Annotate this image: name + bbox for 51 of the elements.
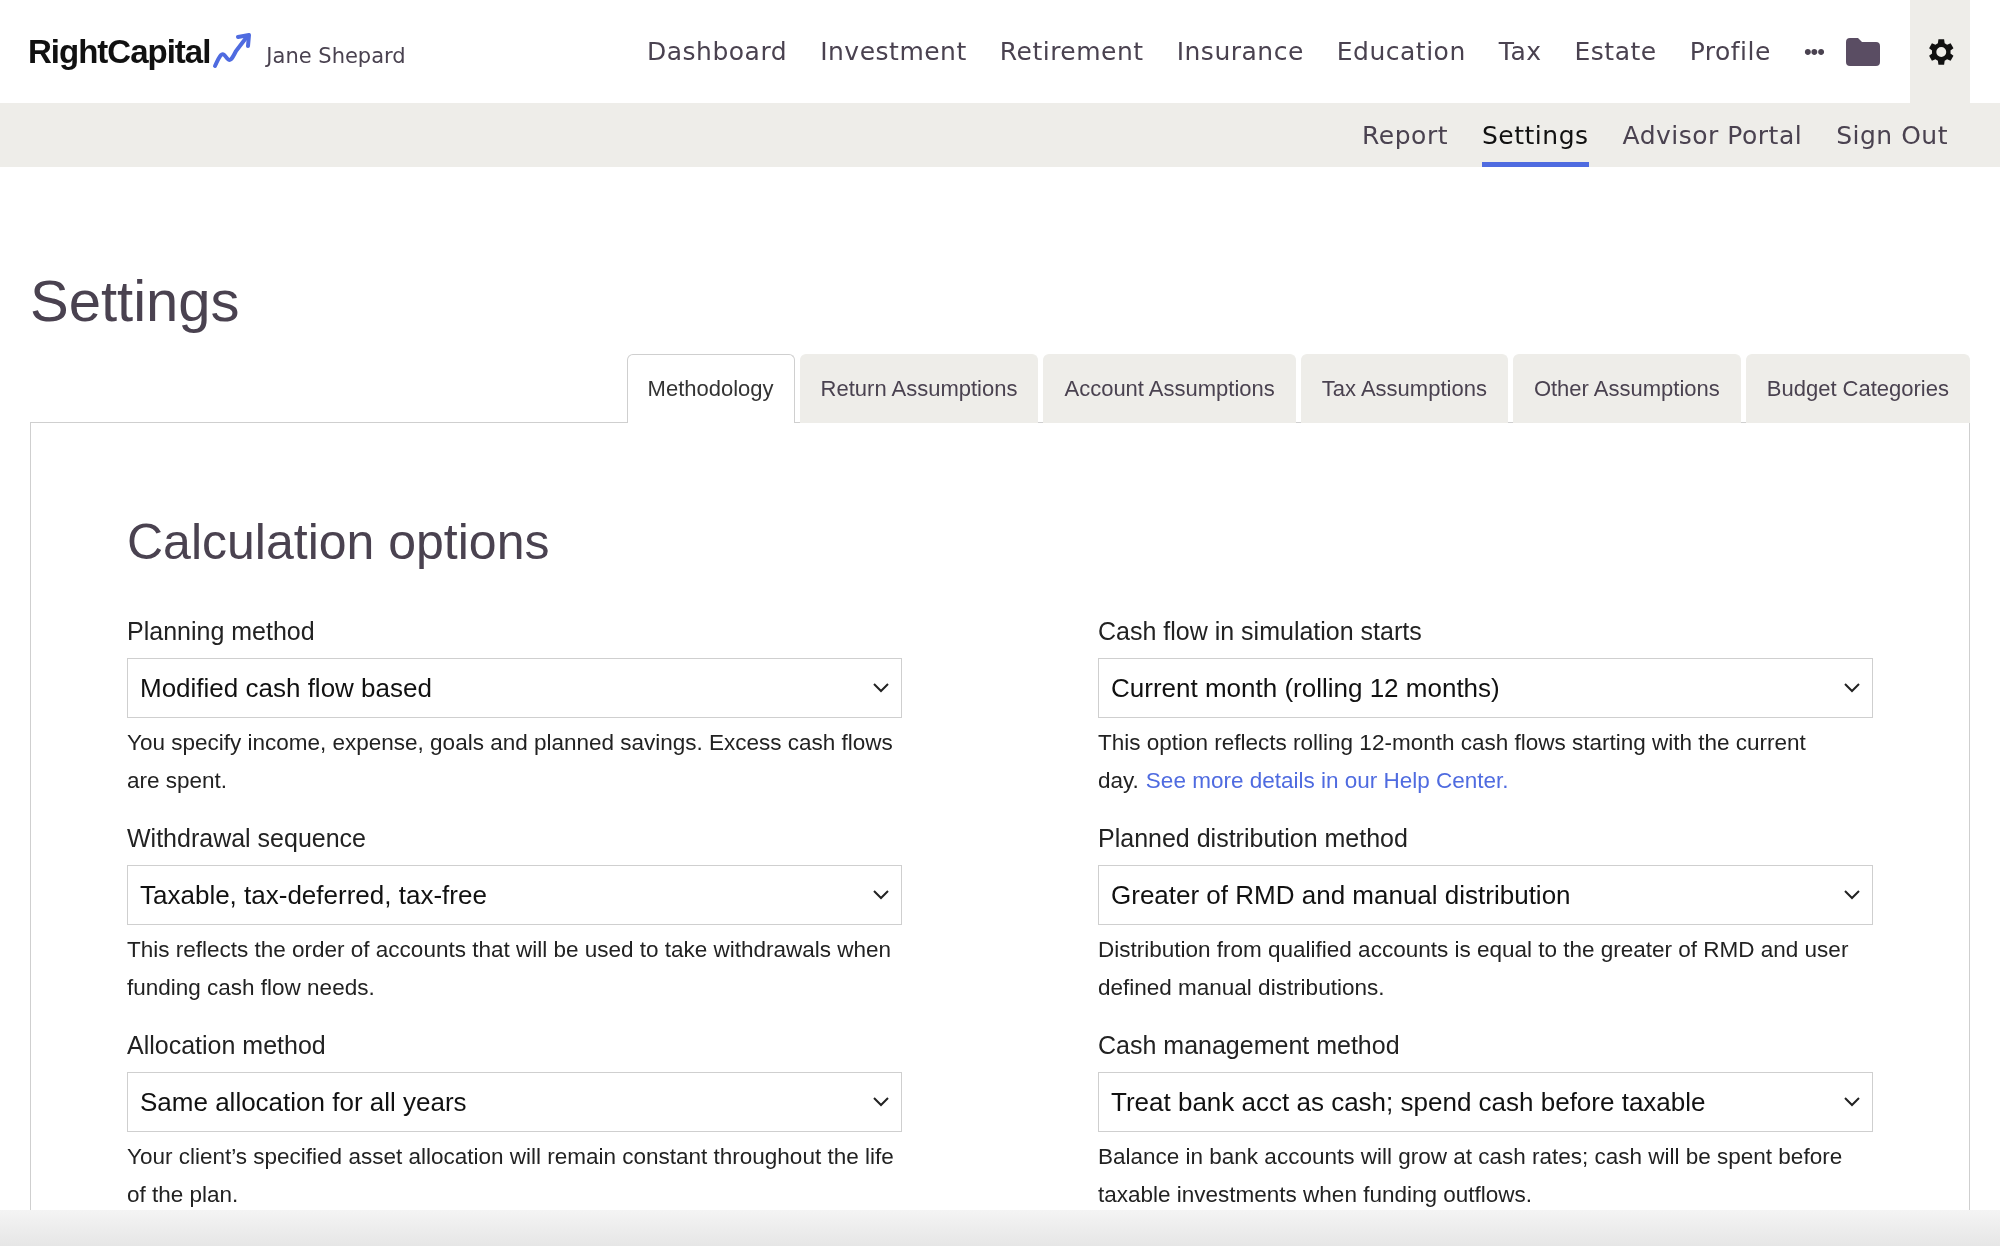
tab[interactable]: Budget Categories	[1745, 354, 1970, 423]
dropdown[interactable]: Taxable, tax-deferred, tax-free	[127, 865, 902, 925]
tab[interactable]: Other Assumptions	[1512, 354, 1741, 423]
chevron-down-icon	[1844, 1097, 1860, 1107]
settings-button[interactable]	[1910, 0, 1970, 103]
chevron-down-icon	[873, 890, 889, 900]
page-title: Settings	[30, 267, 241, 334]
nav-link[interactable]: Insurance	[1176, 37, 1304, 66]
field-label: Cash management method	[1098, 1031, 1401, 1060]
help-text: Balance in bank accounts will grow at cash rates; cash will be spent before taxable investments when funding outflows.	[1098, 1143, 1844, 1209]
nav-link[interactable]: Dashboard	[647, 37, 788, 66]
help-text: Your client’s specified asset allocation will remain constant throughout the life of the plan.	[127, 1143, 895, 1209]
field-label: Planned distribution method	[1098, 824, 1409, 853]
nav-link[interactable]: Retirement	[999, 37, 1144, 66]
more-button[interactable]: •••	[1803, 38, 1824, 65]
help-text: This reflects the order of accounts that will be used to take withdrawals when funding cash flow needs.	[127, 936, 893, 1002]
tab[interactable]: Methodology	[626, 354, 795, 423]
section-title: Calculation options	[127, 513, 551, 571]
field-label: Withdrawal sequence	[127, 824, 367, 853]
field-label: Allocation method	[127, 1031, 327, 1060]
field-label: Planning method	[127, 617, 316, 646]
dropdown[interactable]: Modified cash flow based	[127, 658, 902, 718]
folder-icon[interactable]	[1846, 37, 1880, 66]
dropdown[interactable]: Same allocation for all years	[127, 1072, 902, 1132]
logo[interactable]: RightCapital	[28, 32, 253, 71]
dropdown[interactable]: Treat bank acct as cash; spend cash before taxable	[1098, 1072, 1873, 1132]
chevron-down-icon	[873, 1097, 889, 1107]
nav-link[interactable]: Tax	[1498, 37, 1542, 66]
chevron-down-icon	[1844, 683, 1860, 693]
field-label: Cash flow in simulation starts	[1098, 617, 1423, 646]
nav-link[interactable]: Profile	[1689, 37, 1771, 66]
tab[interactable]: Account Assumptions	[1043, 354, 1296, 423]
nav-link[interactable]: Education	[1336, 37, 1466, 66]
chart-arrow-icon	[212, 32, 253, 69]
chevron-down-icon	[873, 683, 889, 693]
chevron-down-icon	[1844, 890, 1860, 900]
dropdown[interactable]: Greater of RMD and manual distribution	[1098, 865, 1873, 925]
subnav-link[interactable]: Advisor Portal	[1622, 103, 1803, 167]
nav-link[interactable]: Investment	[820, 37, 967, 66]
tab[interactable]: Return Assumptions	[799, 354, 1039, 423]
help-text: You specify income, expense, goals and planned savings. Excess cash flows are spent.	[127, 729, 894, 795]
client-name: Jane Shepard	[266, 43, 406, 68]
subnav-link[interactable]: Settings	[1482, 103, 1589, 167]
help-text: This option reflects rolling 12-month cash flows starting with the current day. See more details in our Help Center.	[1098, 729, 1807, 795]
help-center-link[interactable]: See more details in our Help Center.	[1145, 768, 1509, 793]
dropdown[interactable]: Current month (rolling 12 months)	[1098, 658, 1873, 718]
subnav-link[interactable]: Report	[1362, 103, 1448, 167]
subnav-link[interactable]: Sign Out	[1836, 103, 1948, 167]
tab[interactable]: Tax Assumptions	[1300, 354, 1508, 423]
help-text: Distribution from qualified accounts is equal to the greater of RMD and user defined manual distributions.	[1098, 936, 1850, 1002]
nav-link[interactable]: Estate	[1574, 37, 1657, 66]
